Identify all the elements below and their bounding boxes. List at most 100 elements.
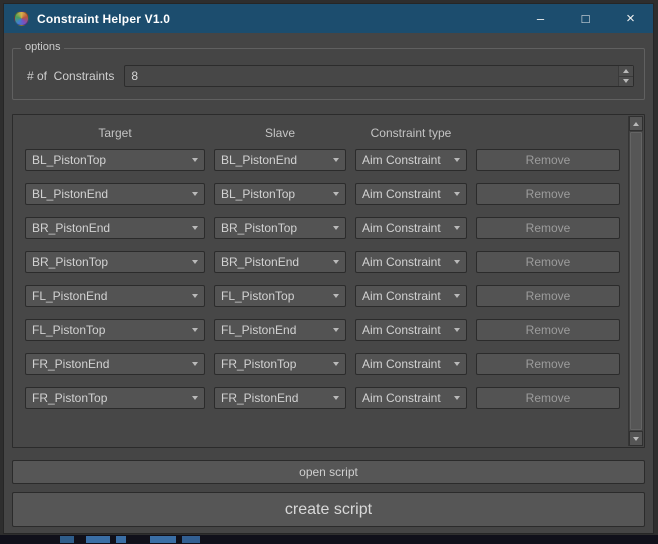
taskbar-app-indicator <box>60 536 74 543</box>
spinner-up-button[interactable] <box>619 66 633 76</box>
arrow-down-icon <box>623 79 629 84</box>
constraint-type-combobox-value: Aim Constraint <box>362 289 441 303</box>
constraint-row: FR_PistonEnd FR_PistonTop Aim Constraint… <box>13 353 644 375</box>
arrow-up-icon <box>623 68 629 73</box>
maximize-button[interactable]: □ <box>563 4 608 33</box>
slave-combobox-value: FR_PistonTop <box>221 357 297 371</box>
chevron-down-icon <box>186 158 204 162</box>
remove-button[interactable]: Remove <box>476 353 620 375</box>
target-combobox-value: FR_PistonEnd <box>32 357 110 371</box>
remove-button[interactable]: Remove <box>476 149 620 171</box>
chevron-down-icon <box>327 192 345 196</box>
slave-combobox[interactable]: FR_PistonTop <box>214 353 346 375</box>
chevron-down-icon <box>186 260 204 264</box>
close-button[interactable]: × <box>608 4 653 33</box>
constraints-panel: Target Slave Constraint type BL_PistonTo… <box>12 114 645 448</box>
target-combobox[interactable]: FL_PistonTop <box>25 319 205 341</box>
remove-button[interactable]: Remove <box>476 217 620 239</box>
constraint-row: BR_PistonTop BR_PistonEnd Aim Constraint… <box>13 251 644 273</box>
constraint-type-combobox-value: Aim Constraint <box>362 221 441 235</box>
target-combobox[interactable]: BL_PistonEnd <box>25 183 205 205</box>
title-bar: Constraint Helper V1.0 – □ × <box>4 4 653 33</box>
target-combobox[interactable]: BR_PistonTop <box>25 251 205 273</box>
chevron-down-icon <box>327 328 345 332</box>
target-combobox[interactable]: BR_PistonEnd <box>25 217 205 239</box>
target-combobox-value: FL_PistonEnd <box>32 289 108 303</box>
remove-button[interactable]: Remove <box>476 251 620 273</box>
slave-combobox[interactable]: BR_PistonTop <box>214 217 346 239</box>
remove-button[interactable]: Remove <box>476 319 620 341</box>
target-combobox-value: BL_PistonTop <box>32 153 107 167</box>
constraint-row: FL_PistonTop FL_PistonEnd Aim Constraint… <box>13 319 644 341</box>
constraint-type-combobox[interactable]: Aim Constraint <box>355 183 467 205</box>
window-controls: – □ × <box>518 4 653 33</box>
remove-button[interactable]: Remove <box>476 387 620 409</box>
slave-combobox[interactable]: FR_PistonEnd <box>214 387 346 409</box>
constraint-count-spinner[interactable]: 8 <box>124 65 634 87</box>
constraint-type-combobox[interactable]: Aim Constraint <box>355 285 467 307</box>
constraint-type-combobox[interactable]: Aim Constraint <box>355 149 467 171</box>
chevron-down-icon <box>186 396 204 400</box>
minimize-button[interactable]: – <box>518 4 563 33</box>
constraint-row: BL_PistonTop BL_PistonEnd Aim Constraint… <box>13 149 644 171</box>
constraint-type-combobox[interactable]: Aim Constraint <box>355 319 467 341</box>
options-group-label: options <box>21 41 65 53</box>
constraint-row: FL_PistonEnd FL_PistonTop Aim Constraint… <box>13 285 644 307</box>
chevron-down-icon <box>448 158 466 162</box>
spinner-arrows <box>618 66 633 86</box>
scroll-up-button[interactable] <box>629 116 643 131</box>
header-spacer <box>476 126 620 140</box>
target-combobox[interactable]: FR_PistonTop <box>25 387 205 409</box>
open-script-button[interactable]: open script <box>12 460 645 484</box>
vertical-scrollbar[interactable] <box>628 116 643 446</box>
constraint-type-combobox-value: Aim Constraint <box>362 187 441 201</box>
taskbar-app-indicator <box>150 536 176 543</box>
constraint-row: FR_PistonTop FR_PistonEnd Aim Constraint… <box>13 387 644 409</box>
taskbar-app-indicator <box>86 536 110 543</box>
target-combobox[interactable]: BL_PistonTop <box>25 149 205 171</box>
arrow-down-icon <box>633 436 639 441</box>
constraint-type-combobox-value: Aim Constraint <box>362 323 441 337</box>
slave-combobox[interactable]: BR_PistonEnd <box>214 251 346 273</box>
spinner-down-button[interactable] <box>619 75 633 86</box>
chevron-down-icon <box>448 396 466 400</box>
window-title: Constraint Helper V1.0 <box>37 11 171 26</box>
chevron-down-icon <box>186 192 204 196</box>
target-combobox-value: BL_PistonEnd <box>32 187 109 201</box>
chevron-down-icon <box>448 260 466 264</box>
slave-combobox[interactable]: FL_PistonEnd <box>214 319 346 341</box>
constraint-type-combobox[interactable]: Aim Constraint <box>355 217 467 239</box>
header-constraint-type: Constraint type <box>370 126 452 140</box>
column-headers: Target Slave Constraint type <box>13 115 644 149</box>
chevron-down-icon <box>186 294 204 298</box>
slave-combobox-value: FL_PistonEnd <box>221 323 297 337</box>
constraint-type-combobox-value: Aim Constraint <box>362 255 441 269</box>
header-target: Target <box>98 126 132 140</box>
constraint-type-combobox-value: Aim Constraint <box>362 153 441 167</box>
header-slave: Slave <box>264 126 296 140</box>
target-combobox[interactable]: FR_PistonEnd <box>25 353 205 375</box>
remove-button[interactable]: Remove <box>476 285 620 307</box>
constraint-type-combobox[interactable]: Aim Constraint <box>355 387 467 409</box>
chevron-down-icon <box>186 328 204 332</box>
constraint-type-combobox-value: Aim Constraint <box>362 357 441 371</box>
app-window: Constraint Helper V1.0 – □ × options # o… <box>3 3 654 534</box>
slave-combobox[interactable]: BL_PistonEnd <box>214 149 346 171</box>
chevron-down-icon <box>186 362 204 366</box>
constraint-type-combobox[interactable]: Aim Constraint <box>355 251 467 273</box>
target-combobox[interactable]: FL_PistonEnd <box>25 285 205 307</box>
remove-button[interactable]: Remove <box>476 183 620 205</box>
slave-combobox[interactable]: BL_PistonTop <box>214 183 346 205</box>
app-icon <box>14 11 29 26</box>
slave-combobox-value: BL_PistonTop <box>221 187 296 201</box>
slave-combobox[interactable]: FL_PistonTop <box>214 285 346 307</box>
scroll-down-button[interactable] <box>629 431 643 446</box>
chevron-down-icon <box>327 226 345 230</box>
constraint-type-combobox[interactable]: Aim Constraint <box>355 353 467 375</box>
create-script-button[interactable]: create script <box>12 492 645 527</box>
scrollbar-thumb[interactable] <box>630 132 642 430</box>
chevron-down-icon <box>186 226 204 230</box>
target-combobox-value: FL_PistonTop <box>32 323 106 337</box>
chevron-down-icon <box>448 362 466 366</box>
slave-combobox-value: FL_PistonTop <box>221 289 295 303</box>
